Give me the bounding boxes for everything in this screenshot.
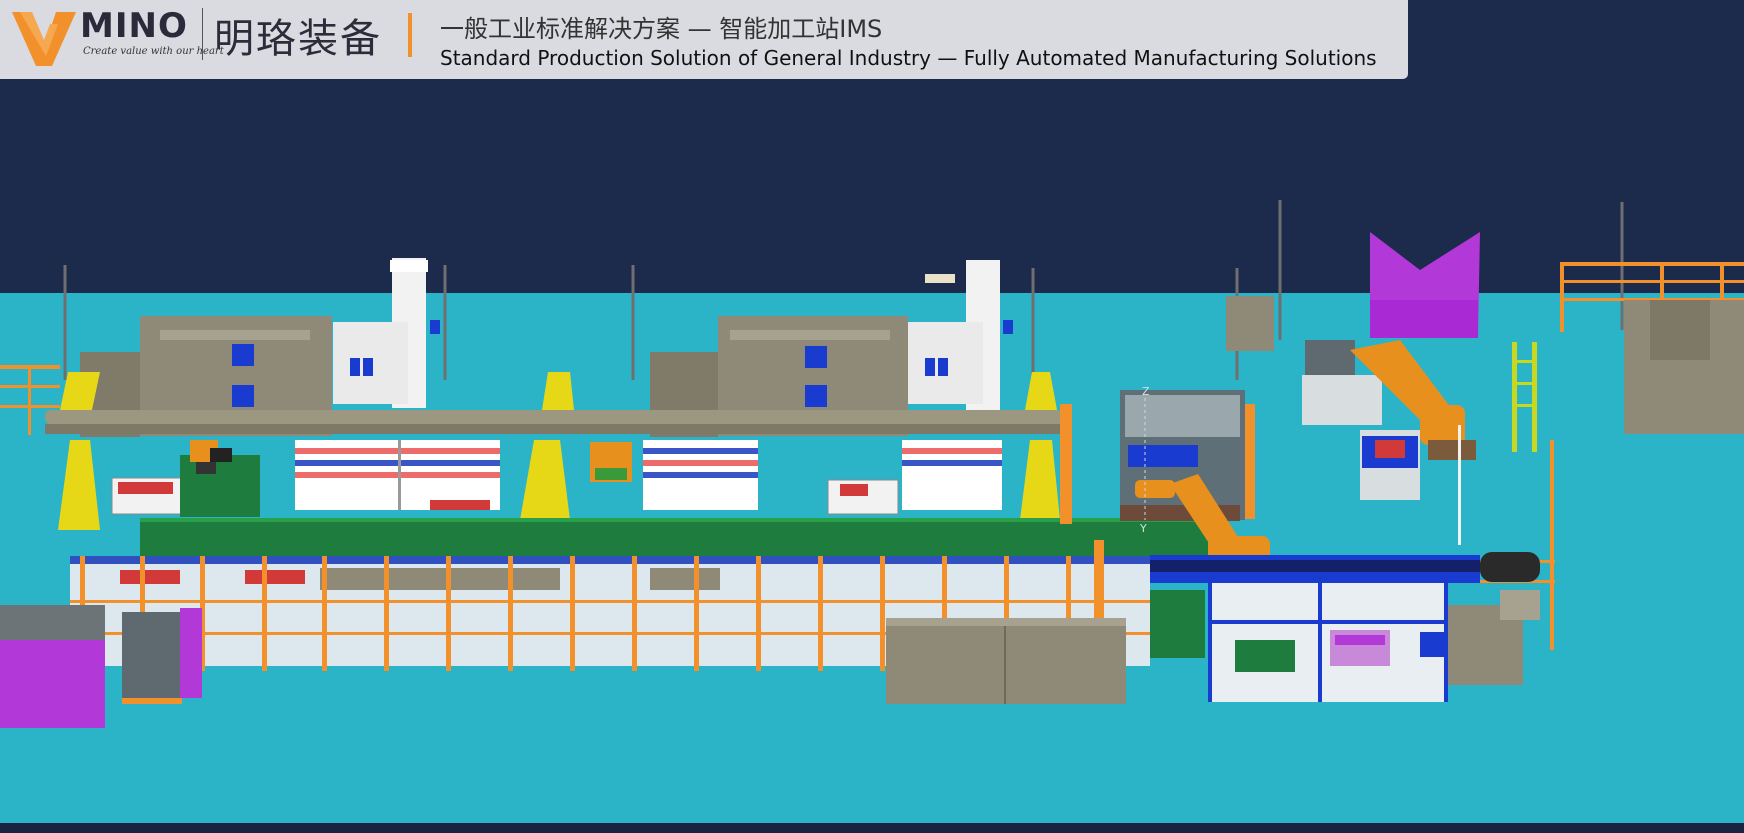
- bottom-bar: [0, 823, 1744, 833]
- logo-divider: [202, 8, 203, 60]
- logo-wordmark: MINO: [80, 6, 188, 46]
- far-right-machine: [1624, 300, 1744, 434]
- factory-3d-view: Z Y: [0, 0, 1744, 833]
- title-en: Standard Production Solution of General …: [440, 46, 1377, 70]
- axis-y-label: Y: [1139, 522, 1147, 535]
- mino-logo-icon: [12, 12, 76, 66]
- overhead-rail: [45, 410, 1063, 434]
- small-machine-top: [1226, 296, 1274, 351]
- title-divider: [408, 13, 412, 57]
- parts-rack-1: [295, 440, 500, 510]
- brand-name-cn: 明珞装备: [214, 16, 382, 62]
- title-banner: MINO Create value with our heart 明珞装备 一般…: [0, 0, 1408, 79]
- assembly-station-right: [1208, 582, 1448, 702]
- control-cabinet: [886, 618, 1126, 704]
- axis-z-label: Z: [1142, 385, 1150, 398]
- title-cn: 一般工业标准解决方案 — 智能加工站IMS: [440, 15, 883, 43]
